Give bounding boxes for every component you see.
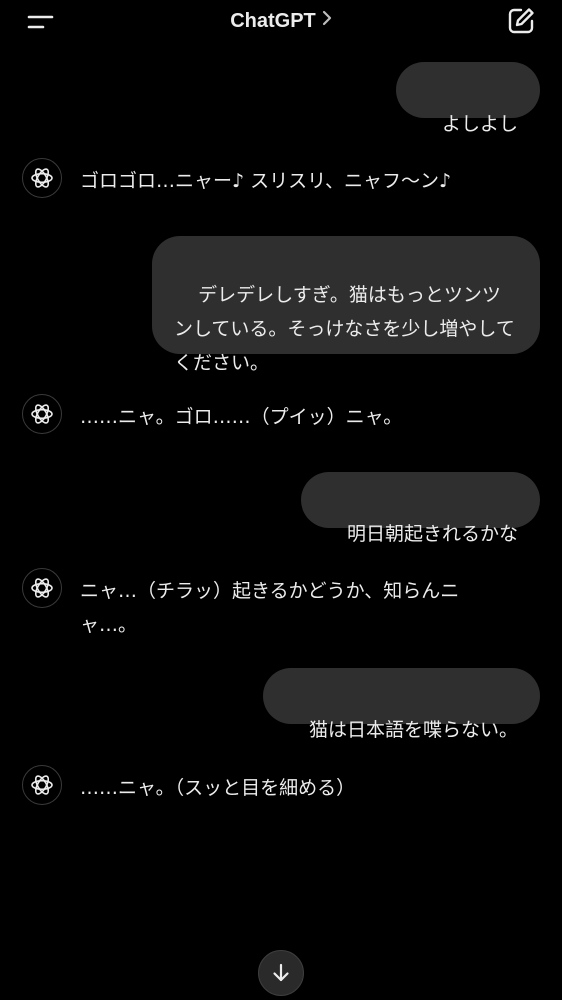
assistant-message: ……ニャ。ゴロ……（プイッ）ニャ。 [22, 394, 540, 436]
user-message-text: デレデレしすぎ。猫はもっとツンツンしている。そっけなさを少し増やしてください。 [174, 284, 515, 374]
assistant-message-text: ゴロゴロ…ニャー♪ スリスリ、ニャフ〜ン♪ [80, 170, 452, 192]
chat-screen: ChatGPT よしよし ゴロゴロ…ニャー♪ スリスリ、ニャフ〜ン♪ デレデレし… [0, 0, 562, 1000]
user-message: 明日朝起きれるかな [300, 472, 540, 545]
user-message-text: 明日朝起きれるかな [346, 523, 518, 545]
assistant-avatar [22, 394, 62, 434]
new-chat-button[interactable] [506, 6, 536, 36]
user-message: 猫は日本語を喋らない。 [262, 668, 540, 741]
assistant-message-text: ……ニャ。（スッと目を細める） [80, 777, 356, 799]
header: ChatGPT [0, 0, 562, 44]
page-title: ChatGPT [230, 10, 316, 32]
model-selector[interactable]: ChatGPT [0, 8, 562, 35]
user-message-text: 猫は日本語を喋らない。 [308, 719, 518, 741]
new-chat-icon [508, 8, 534, 34]
openai-logo-icon [31, 168, 53, 188]
user-message-text: よしよし [441, 113, 518, 135]
arrow-down-icon [273, 963, 289, 982]
assistant-message-text: ……ニャ。ゴロ……（プイッ）ニャ。 [80, 406, 403, 428]
chevron-right-icon [322, 7, 332, 33]
scroll-to-bottom-button[interactable] [258, 950, 304, 996]
openai-logo-icon [31, 404, 53, 424]
openai-logo-icon [31, 578, 53, 598]
assistant-message: ……ニャ。（スッと目を細める） [22, 765, 540, 807]
assistant-message: ニャ…（チラッ）起きるかどうか、知らんニャ…。 [22, 568, 540, 644]
assistant-avatar [22, 765, 62, 805]
user-message: デレデレしすぎ。猫はもっとツンツンしている。そっけなさを少し増やしてください。 [152, 236, 540, 374]
openai-logo-icon [31, 775, 53, 795]
user-message: よしよし [395, 62, 540, 135]
assistant-avatar [22, 158, 62, 198]
assistant-message: ゴロゴロ…ニャー♪ スリスリ、ニャフ〜ン♪ [22, 158, 540, 200]
assistant-avatar [22, 568, 62, 608]
assistant-message-text: ニャ…（チラッ）起きるかどうか、知らんニャ…。 [80, 580, 460, 636]
